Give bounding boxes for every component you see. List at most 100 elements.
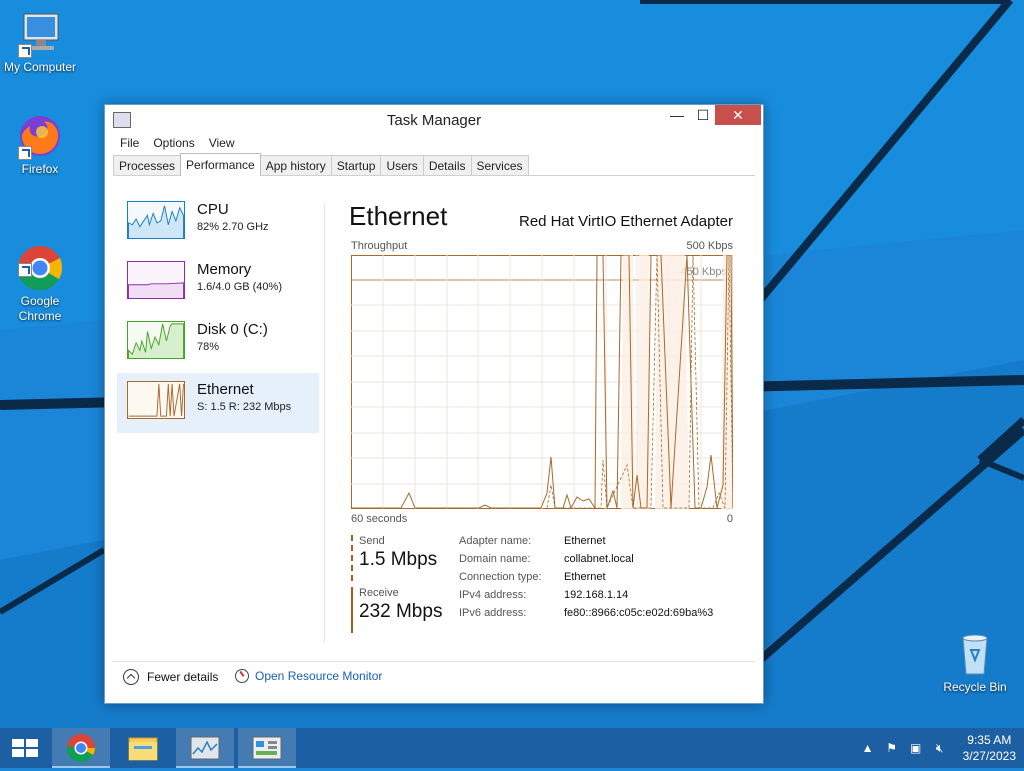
send-value: 1.5 Mbps [359,549,438,570]
graph-zero-label: 0 [726,513,733,525]
desktop-icon-label: Recycle Bin [943,680,1007,694]
property-row: Connection type: Ethernet [459,571,713,589]
panel-divider [324,203,325,643]
perf-item-cpu[interactable]: CPU 82% 2.70 GHz [117,193,319,253]
perf-item-value: 1.6/4.0 GB (40%) [197,281,282,293]
fewer-details-button[interactable]: Fewer details [123,669,218,685]
resource-monitor-icon [235,669,249,683]
open-resource-monitor-link[interactable]: Open Resource Monitor [235,669,382,683]
desktop-icon-label: My Computer [3,60,77,74]
property-row: IPv6 address: fe80::8966:c05c:e02d:69ba%… [459,607,713,625]
throughput-max-label: 500 Kbps [686,240,733,252]
chrome-icon [16,229,64,291]
property-value: Ethernet [564,535,606,547]
close-button[interactable]: ✕ [715,105,761,125]
desktop-icon-google-chrome[interactable]: Google Chrome [0,214,80,324]
property-label: Domain name: [459,553,531,565]
computer-icon [16,10,64,58]
taskbar-task-manager[interactable] [176,728,234,768]
task-manager-icon [190,736,220,760]
adapter-description: Red Hat VirtIO Ethernet Adapter [518,213,733,230]
property-value: fe80::8966:c05c:e02d:69ba%3 [564,607,714,619]
open-resource-monitor-label: Open Resource Monitor [255,669,383,683]
taskbar-file-explorer[interactable] [114,728,172,768]
taskbar-chrome[interactable] [52,728,110,768]
perf-item-value: 82% 2.70 GHz [197,221,269,233]
desktop-icon-my-computer[interactable]: My Computer [0,10,80,75]
firefox-icon [16,112,64,160]
property-row: IPv4 address: 192.168.1.14 [459,589,713,607]
property-label: Adapter name: [459,535,532,547]
perf-item-ethernet[interactable]: Ethernet S: 1.5 R: 232 Mbps [117,373,319,433]
perf-item-value: S: 1.5 R: 232 Mbps [197,401,292,413]
receive-stat: Receive 232 Mbps [351,587,449,633]
memory-mini-graph [127,261,185,299]
detail-title: Ethernet [349,201,448,231]
fewer-details-label: Fewer details [147,670,219,684]
windows-logo-icon [12,739,38,757]
clock[interactable]: 9:35 AM 3/27/2023 [963,732,1016,764]
disk-mini-graph [127,321,185,359]
ethernet-mini-graph [127,381,185,419]
task-manager-window: Task Manager — ☐ ✕ File Options View Pro… [104,104,764,704]
network-icon[interactable]: ▣ [909,741,923,755]
perf-item-value: 78% [197,341,220,353]
perf-item-disk[interactable]: Disk 0 (C:) 78% [117,313,319,373]
performance-panel: CPU 82% 2.70 GHz Memory 1.6/4.0 GB (40%)… [113,179,755,655]
perf-item-name: Memory [197,261,252,278]
chevron-up-icon [123,669,139,685]
property-label: IPv6 address: [459,607,527,619]
cpu-mini-graph [127,201,185,239]
recycle-bin-icon [951,630,999,678]
perf-item-memory[interactable]: Memory 1.6/4.0 GB (40%) [117,253,319,313]
title-bar[interactable]: Task Manager — ☐ ✕ [105,105,763,133]
send-stat: Send 1.5 Mbps [351,535,449,581]
property-value: collabnet.local [564,553,634,565]
menu-bar: File Options View [105,133,763,153]
desktop-icon-firefox[interactable]: Firefox [0,112,80,177]
chrome-icon [66,734,95,763]
send-label: Send [359,535,385,547]
tab-users[interactable]: Users [380,155,424,175]
tab-services[interactable]: Services [470,155,529,175]
menu-file[interactable]: File [113,133,146,153]
adapter-properties: Adapter name: Ethernet Domain name: coll… [459,535,713,625]
tab-bar: Processes Performance App history Startu… [113,153,755,176]
desktop-icon-label: Firefox [21,162,59,176]
tab-app-history[interactable]: App history [259,155,332,175]
property-value: 192.168.1.14 [564,589,629,601]
perf-item-name: CPU [197,201,229,218]
menu-options[interactable]: Options [146,133,201,153]
folder-icon [128,737,158,761]
throughput-label: Throughput [351,240,408,252]
property-label: Connection type: [459,571,542,583]
tab-performance[interactable]: Performance [180,153,261,176]
start-button[interactable] [0,728,48,768]
property-label: IPv4 address: [459,589,527,601]
footer-bar: Fewer details Open Resource Monitor [113,661,755,690]
property-row: Domain name: collabnet.local [459,553,713,571]
graph-time-axis-label: 60 seconds [351,513,408,525]
menu-view[interactable]: View [202,133,242,153]
perf-item-name: Ethernet [197,381,254,398]
volume-muted-icon[interactable]: 🔇︎ [933,741,947,755]
system-tray: ▲ ⚑ ▣ 🔇︎ 9:35 AM 3/27/2023 [861,728,1016,768]
clock-time: 9:35 AM [967,733,1012,747]
property-value: Ethernet [564,571,606,583]
tab-details[interactable]: Details [422,155,472,175]
show-hidden-icons-icon[interactable]: ▲ [861,741,875,755]
tab-startup[interactable]: Startup [330,155,382,175]
action-center-flag-icon[interactable]: ⚑ [885,741,899,755]
taskbar-control-panel[interactable] [238,728,296,768]
receive-value: 232 Mbps [359,601,443,622]
desktop-icon-recycle-bin[interactable]: Recycle Bin [935,630,1015,695]
throughput-graph: 450 Kbps [351,255,733,509]
taskbar: ▲ ⚑ ▣ 🔇︎ 9:35 AM 3/27/2023 [0,728,1024,768]
tab-processes[interactable]: Processes [113,155,182,175]
desktop-icon-label: Google Chrome [18,294,62,323]
perf-item-name: Disk 0 (C:) [197,321,268,338]
property-row: Adapter name: Ethernet [459,535,713,553]
control-panel-icon [252,736,282,760]
clock-date: 3/27/2023 [962,749,1016,763]
receive-label: Receive [359,587,399,599]
